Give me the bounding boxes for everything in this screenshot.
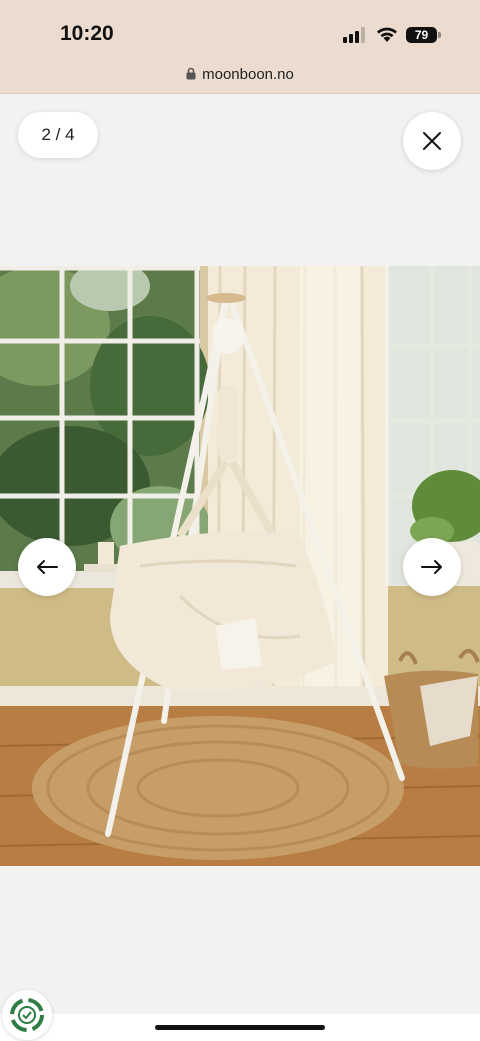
battery-nub xyxy=(438,32,441,38)
home-indicator[interactable] xyxy=(155,1025,325,1030)
battery-indicator: 79 xyxy=(406,27,437,43)
previous-image-button[interactable] xyxy=(18,538,76,596)
arrow-left-icon xyxy=(37,560,58,574)
arrow-right-icon xyxy=(421,560,442,574)
gallery-counter: 2 / 4 xyxy=(18,112,98,158)
close-button[interactable] xyxy=(403,112,461,170)
recycle-badge[interactable] xyxy=(2,990,52,1040)
url-display[interactable]: moonboon.no xyxy=(0,66,480,83)
url-text: moonboon.no xyxy=(202,66,294,83)
signal-icon xyxy=(343,27,365,43)
close-icon xyxy=(423,132,441,150)
gallery-bottom-space xyxy=(0,866,480,1016)
browser-url-bar[interactable]: moonboon.no xyxy=(0,62,480,94)
status-bar: 10:20 79 xyxy=(0,0,480,62)
lock-icon xyxy=(186,67,196,80)
next-image-button[interactable] xyxy=(403,538,461,596)
recycle-badge-icon xyxy=(10,998,44,1032)
wifi-icon xyxy=(377,27,397,42)
status-time: 10:20 xyxy=(60,22,114,45)
